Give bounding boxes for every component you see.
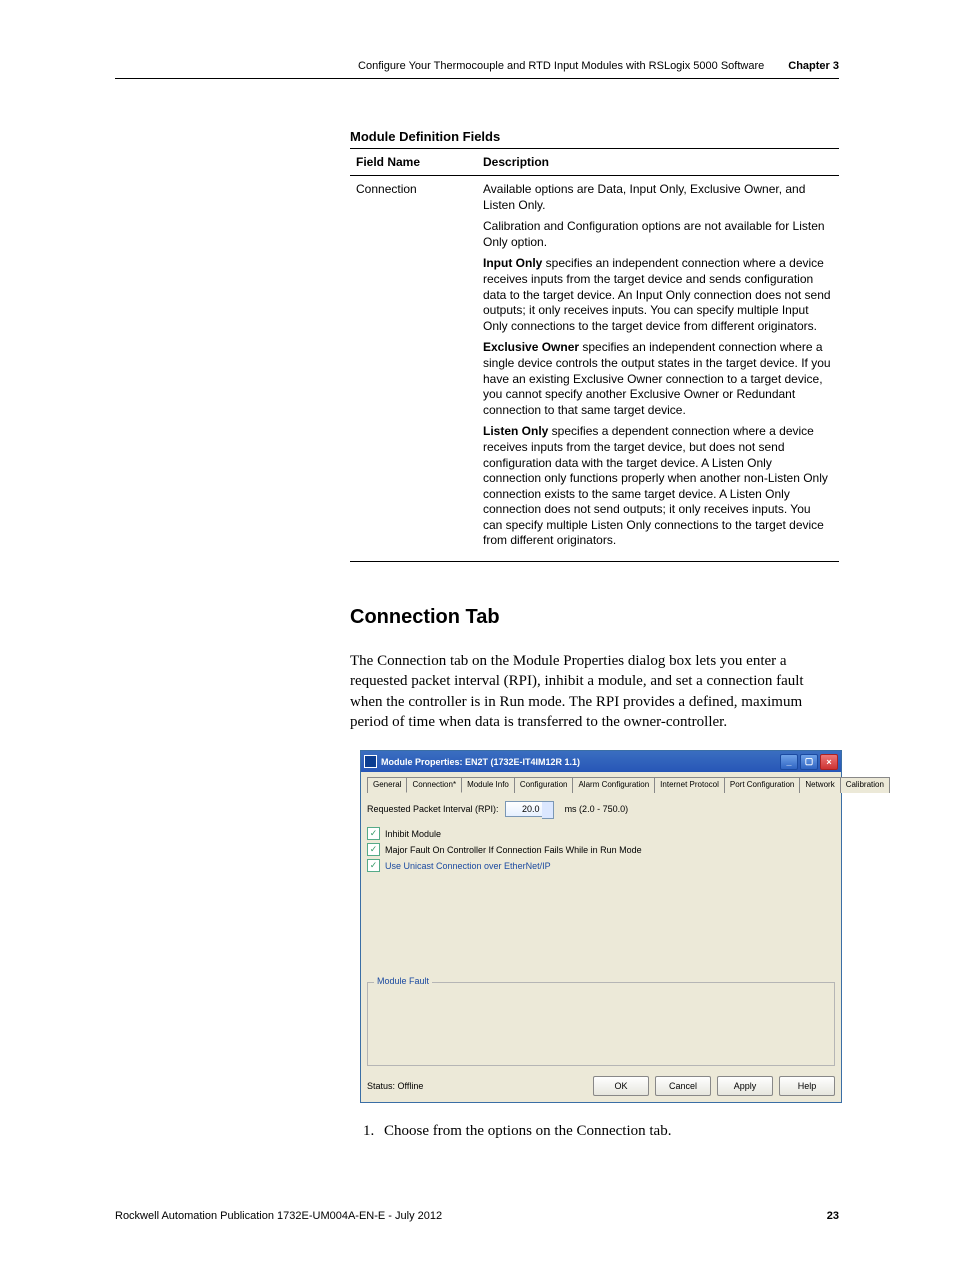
minimize-button[interactable]: _ [780,754,798,770]
apply-button[interactable]: Apply [717,1076,773,1096]
description-cell: Available options are Data, Input Only, … [477,176,839,562]
desc-p5-rest: specifies a dependent connection where a… [483,424,828,547]
col-description: Description [477,149,839,176]
desc-p5-bold: Listen Only [483,424,548,438]
module-fault-group: Module Fault [367,982,835,1066]
desc-p5: Listen Only specifies a dependent connec… [483,424,833,549]
app-icon [364,755,377,768]
table-title: Module Definition Fields [350,129,839,144]
module-fault-legend: Module Fault [374,976,432,986]
section-body: The Connection tab on the Module Propert… [350,651,839,732]
step-list: Choose from the options on the Connectio… [350,1123,839,1140]
chapter-label: Chapter 3 [788,60,839,72]
module-properties-dialog: Module Properties: EN2T (1732E-IT4IM12R … [360,750,842,1103]
header-subtitle: Configure Your Thermocouple and RTD Inpu… [358,60,764,72]
field-name-cell: Connection [350,176,477,562]
unicast-label: Use Unicast Connection over EtherNet/IP [385,861,551,871]
tab-connection[interactable]: Connection* [406,777,462,793]
desc-p1: Available options are Data, Input Only, … [483,182,833,213]
desc-p4-bold: Exclusive Owner [483,340,579,354]
publication-line: Rockwell Automation Publication 1732E-UM… [115,1210,442,1222]
col-field-name: Field Name [350,149,477,176]
desc-p3: Input Only specifies an independent conn… [483,256,833,334]
section-heading: Connection Tab [350,606,839,629]
desc-p2: Calibration and Configuration options ar… [483,219,833,250]
help-button[interactable]: Help [779,1076,835,1096]
page-number: 23 [827,1210,839,1222]
table-row: Connection Available options are Data, I… [350,176,839,562]
status-label: Status: Offline [367,1081,587,1091]
tab-internet-protocol[interactable]: Internet Protocol [654,777,725,793]
module-definition-table: Field Name Description Connection Availa… [350,148,839,562]
checkbox-unicast[interactable]: ✓ [367,859,380,872]
tabstrip: General Connection* Module Info Configur… [367,776,835,793]
page-header: Configure Your Thermocouple and RTD Inpu… [115,60,839,79]
desc-p3-bold: Input Only [483,256,542,270]
tab-module-info[interactable]: Module Info [461,777,515,793]
checkbox-major-fault[interactable]: ✓ [367,843,380,856]
rpi-range: ms (2.0 - 750.0) [565,804,629,814]
desc-p4: Exclusive Owner specifies an independent… [483,340,833,418]
cancel-button[interactable]: Cancel [655,1076,711,1096]
rpi-spinner[interactable]: 20.0 [505,801,543,817]
dialog-title: Module Properties: EN2T (1732E-IT4IM12R … [381,757,778,767]
rpi-label: Requested Packet Interval (RPI): [367,804,499,814]
checkbox-inhibit[interactable]: ✓ [367,827,380,840]
major-fault-label: Major Fault On Controller If Connection … [385,845,642,855]
tab-port-configuration[interactable]: Port Configuration [724,777,800,793]
tab-network[interactable]: Network [799,777,840,793]
close-button[interactable]: × [820,754,838,770]
maximize-button[interactable]: ▢ [800,754,818,770]
inhibit-label: Inhibit Module [385,829,441,839]
tab-general[interactable]: General [367,777,407,793]
page-footer: Rockwell Automation Publication 1732E-UM… [115,1210,839,1222]
tab-configuration[interactable]: Configuration [514,777,574,793]
step-1: Choose from the options on the Connectio… [378,1123,839,1140]
ok-button[interactable]: OK [593,1076,649,1096]
dialog-titlebar: Module Properties: EN2T (1732E-IT4IM12R … [361,751,841,772]
tab-alarm-configuration[interactable]: Alarm Configuration [572,777,655,793]
tab-calibration[interactable]: Calibration [840,777,890,793]
